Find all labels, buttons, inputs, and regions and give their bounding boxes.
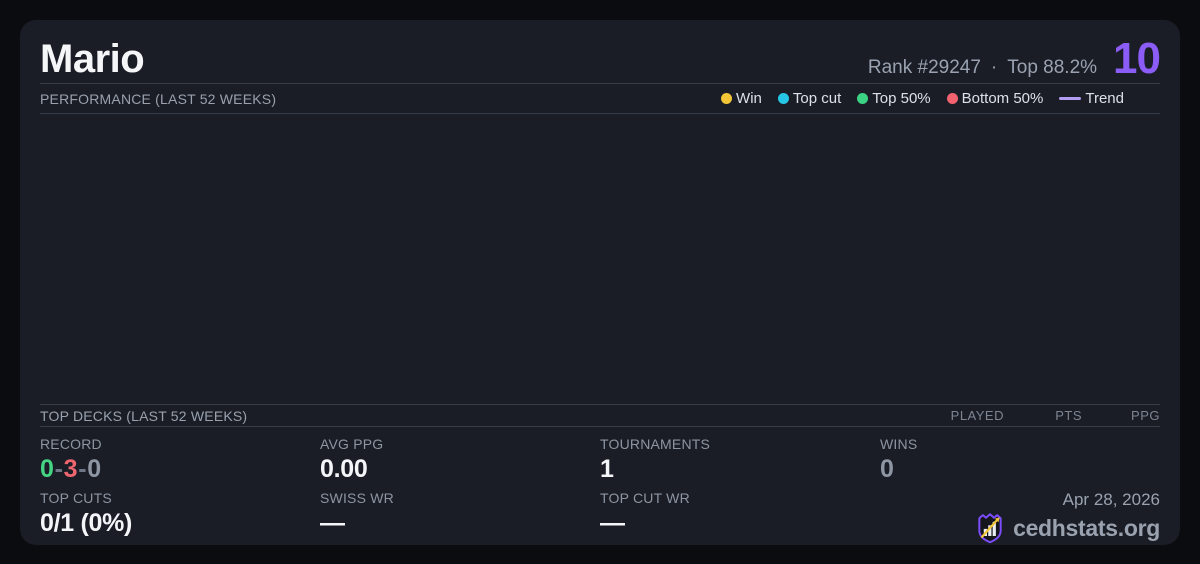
swiss-wr-value: — <box>320 509 345 538</box>
top-cuts-value: 0/1 (0%) <box>40 509 133 538</box>
record-separator: - <box>78 455 87 484</box>
column-header-ppg: PPG <box>1131 408 1160 423</box>
bottom-50-dot-icon <box>946 93 958 104</box>
rank-separator: · <box>990 57 998 78</box>
stat-label: RECORD <box>40 436 102 452</box>
stat-top-cuts: TOP CUTS 0/1 (0%) <box>40 489 320 545</box>
cedhstats-shield-logo-icon <box>975 512 1005 544</box>
legend-item-win: Win <box>721 90 762 107</box>
stat-avg-ppg: AVG PPG 0.00 <box>320 436 600 484</box>
top-decks-columns: PLAYED PTS PPG <box>951 408 1160 423</box>
performance-header-row: PERFORMANCE (LAST 52 WEEKS) Win Top cut … <box>40 84 1160 114</box>
stat-label: TOP CUT WR <box>600 489 690 506</box>
record-losses: 3 <box>63 455 78 484</box>
top-50-dot-icon <box>857 93 869 104</box>
win-dot-icon <box>721 93 733 104</box>
top-decks-header-row: TOP DECKS (LAST 52 WEEKS) PLAYED PTS PPG <box>40 405 1160 427</box>
stat-label: WINS <box>880 436 918 452</box>
record-value: 0-3-0 <box>40 456 320 482</box>
legend-label: Bottom 50% <box>961 90 1044 107</box>
stat-label: TOURNAMENTS <box>600 436 711 452</box>
card-footer: Apr 28, 2026 cedhstats.org <box>880 489 1160 545</box>
legend-label: Trend <box>1085 90 1124 107</box>
stats-grid: RECORD 0-3-0 AVG PPG 0.00 TOURNAMENTS 1 … <box>40 427 1160 544</box>
legend-label: Top cut <box>792 90 842 107</box>
tournaments-value: 1 <box>600 455 614 484</box>
wins-value: 0 <box>880 455 894 484</box>
chart-legend: Win Top cut Top 50% Bottom 50% Trend <box>721 90 1160 107</box>
record-wins: 0 <box>40 455 54 484</box>
avg-ppg-value: 0.00 <box>320 455 368 484</box>
performance-title: PERFORMANCE (LAST 52 WEEKS) <box>40 90 277 107</box>
legend-label: Top 50% <box>872 90 931 107</box>
record-draws: 0 <box>87 455 101 484</box>
stat-label: AVG PPG <box>320 436 384 452</box>
top-percent-text: Top 88.2% <box>1007 57 1098 78</box>
legend-item-bottom-50: Bottom 50% <box>946 90 1044 107</box>
stat-top-cut-wr: TOP CUT WR — <box>600 489 880 545</box>
stat-wins: WINS 0 <box>880 436 1160 484</box>
rank-cluster: Rank #29247 · Top 88.2% 10 <box>867 34 1161 83</box>
legend-item-trend: Trend <box>1059 90 1124 107</box>
player-score: 10 <box>1113 34 1161 83</box>
brand-name: cedhstats.org <box>1013 514 1160 541</box>
stat-label: TOP CUTS <box>40 489 112 506</box>
legend-label: Win <box>736 90 762 107</box>
trend-line-icon <box>1059 97 1082 100</box>
record-separator: - <box>54 455 63 484</box>
generated-date: Apr 28, 2026 <box>1062 489 1160 509</box>
legend-item-top-cut: Top cut <box>777 90 842 107</box>
top-cut-wr-value: — <box>600 509 625 538</box>
card-header: Mario Rank #29247 · Top 88.2% 10 <box>40 20 1161 84</box>
rank-text: Rank #29247 <box>867 57 981 78</box>
legend-item-top-50: Top 50% <box>857 90 931 107</box>
stat-tournaments: TOURNAMENTS 1 <box>600 436 880 484</box>
brand-row: cedhstats.org <box>880 512 1160 544</box>
stat-swiss-wr: SWISS WR — <box>320 489 600 545</box>
player-name: Mario <box>40 37 145 81</box>
column-header-played: PLAYED <box>950 408 1004 423</box>
top-decks-title: TOP DECKS (LAST 52 WEEKS) <box>40 407 248 424</box>
stat-label: SWISS WR <box>320 489 394 506</box>
top-cut-dot-icon <box>777 93 789 104</box>
player-stats-card: Mario Rank #29247 · Top 88.2% 10 PERFORM… <box>20 20 1180 545</box>
page-background: Mario Rank #29247 · Top 88.2% 10 PERFORM… <box>0 0 1200 564</box>
performance-chart-area <box>40 114 1160 405</box>
column-header-pts: PTS <box>1055 408 1082 423</box>
stat-record: RECORD 0-3-0 <box>40 436 320 483</box>
